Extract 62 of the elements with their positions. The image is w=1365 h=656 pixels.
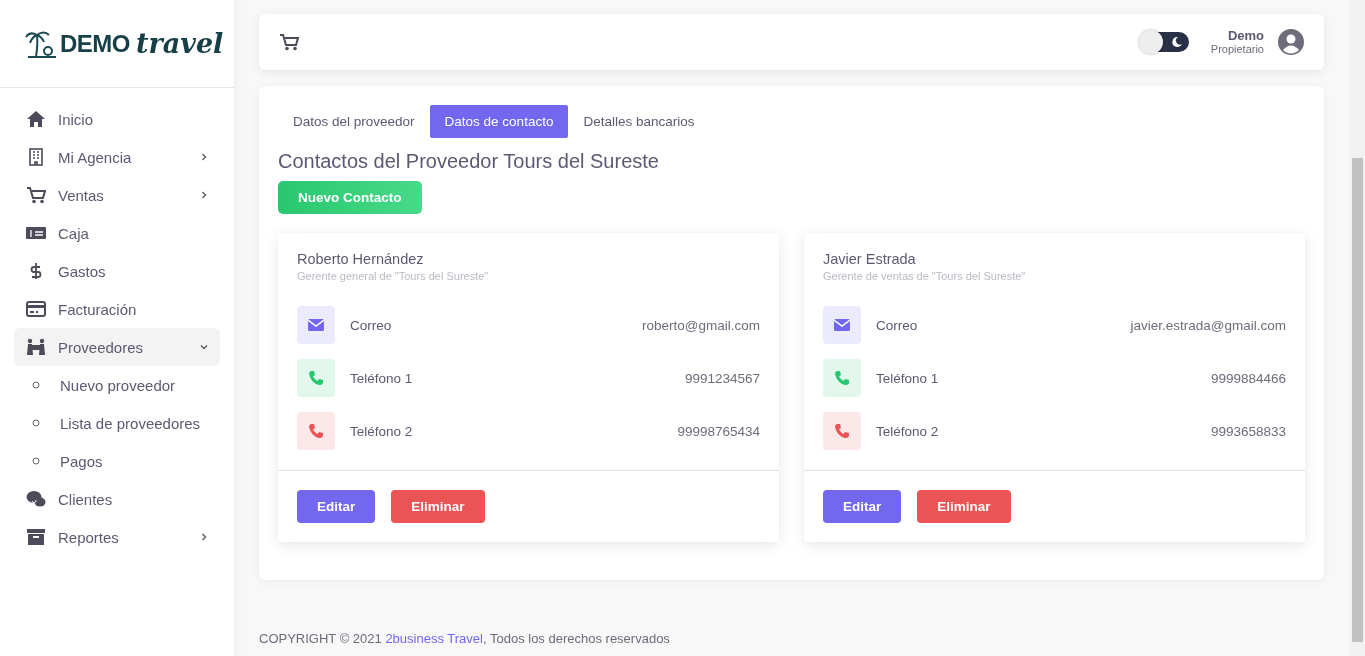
- logo-text: DEMO: [60, 29, 130, 58]
- contact-field-label: Teléfono 2: [876, 423, 940, 439]
- sidebar-item[interactable]: Facturación: [14, 290, 220, 328]
- avatar-icon[interactable]: [1278, 29, 1304, 55]
- contact-position: Gerente de ventas de "Tours del Sureste": [823, 270, 1027, 282]
- scrollbar[interactable]: [1350, 0, 1365, 656]
- sidebar-item[interactable]: Reportes: [14, 518, 220, 556]
- contact-field-value: roberto@gmail.com: [642, 317, 760, 333]
- contact-field-label: Correo: [876, 317, 919, 333]
- sidebar-item[interactable]: Inicio: [14, 100, 220, 138]
- footer-link[interactable]: 2business Travel: [385, 631, 483, 646]
- moon-icon: [1170, 36, 1183, 48]
- delete-button[interactable]: Eliminar: [917, 490, 1011, 523]
- chevron-icon: [200, 191, 208, 199]
- tab[interactable]: Datos del proveedor: [278, 105, 430, 138]
- contact-field-value: 9993658833: [1210, 423, 1286, 439]
- home-icon: [26, 110, 46, 128]
- edit-button[interactable]: Editar: [823, 490, 902, 523]
- sidebar-subitem[interactable]: Lista de proveedores: [14, 404, 220, 442]
- logo-script-text: travel: [136, 28, 224, 59]
- sidebar-item[interactable]: Gastos: [14, 252, 220, 290]
- chevron-icon: [200, 153, 208, 161]
- cart-icon: [26, 186, 46, 204]
- contact-field-value: 99998765434: [677, 423, 760, 439]
- people-icon: [26, 338, 46, 356]
- contact-field-label: Teléfono 1: [876, 370, 940, 386]
- sidebar-item[interactable]: Proveedores: [14, 328, 220, 366]
- chevron-icon: [200, 343, 208, 351]
- user-name: Demo: [1227, 27, 1264, 44]
- contact-field-value: javier.estrada@gmail.com: [1130, 317, 1286, 333]
- contact-field-value: 9999884466: [1210, 370, 1286, 386]
- contact-field-label: Correo: [350, 317, 393, 333]
- sidebar-subitem[interactable]: Nuevo proveedor: [14, 366, 220, 404]
- circle-icon: [32, 419, 40, 427]
- sidebar-subitem[interactable]: Pagos: [14, 442, 220, 480]
- page-title: Contactos del Proveedor Tours del Sureste: [278, 150, 660, 173]
- contact-field-value: 9991234567: [684, 370, 760, 386]
- chevron-icon: [200, 533, 208, 541]
- cart-icon[interactable]: [279, 33, 299, 51]
- card-icon: [26, 300, 46, 318]
- sidebar-item[interactable]: Mi Agencia: [14, 138, 220, 176]
- cash-icon: [26, 224, 46, 242]
- contact-name: Javier Estrada: [823, 251, 917, 267]
- tab[interactable]: Detalles bancarios: [568, 105, 710, 138]
- footer-text: COPYRIGHT © 2021 2business Travel, Todos los derechos reservados: [259, 631, 671, 648]
- sidebar-item[interactable]: Caja: [14, 214, 220, 252]
- circle-icon: [32, 381, 40, 389]
- circle-icon: [32, 457, 40, 465]
- user-role: Propietario: [1210, 43, 1264, 57]
- contact-field-label: Teléfono 1: [350, 370, 414, 386]
- tab[interactable]: Datos de contacto: [429, 105, 569, 138]
- building-icon: [26, 148, 46, 166]
- chat-icon: [26, 490, 46, 508]
- contact-name: Roberto Hernández: [297, 251, 425, 267]
- edit-button[interactable]: Editar: [297, 490, 376, 523]
- archive-icon: [26, 528, 46, 546]
- sidebar-item[interactable]: Ventas: [14, 176, 220, 214]
- delete-button[interactable]: Eliminar: [391, 490, 485, 523]
- dark-mode-toggle[interactable]: [1140, 32, 1189, 52]
- sidebar-item[interactable]: Clientes: [14, 480, 220, 518]
- contact-position: Gerente general de "Tours del Sureste": [297, 270, 490, 282]
- contact-field-label: Teléfono 2: [350, 423, 414, 439]
